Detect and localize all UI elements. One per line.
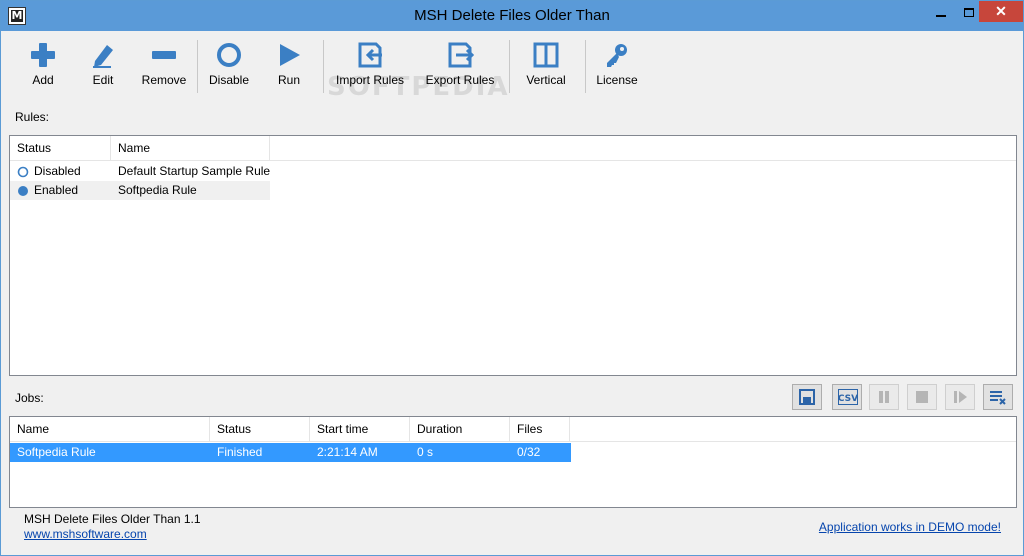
close-icon: ✕ bbox=[995, 3, 1007, 19]
export-csv-button[interactable]: CSV bbox=[832, 384, 862, 410]
stop-icon bbox=[916, 391, 928, 403]
column-header-status[interactable]: Status bbox=[10, 136, 111, 161]
list-clear-icon bbox=[990, 391, 1006, 405]
toolbar: SOFTPEDIA Add Edit Remove Disable Run Im… bbox=[9, 32, 1017, 104]
key-icon bbox=[607, 44, 627, 67]
rules-header: Status Name bbox=[10, 136, 1016, 161]
split-vertical-icon bbox=[533, 42, 559, 68]
column-header-files[interactable]: Files bbox=[510, 417, 570, 442]
status-bar: MSH Delete Files Older Than 1.1 www.mshs… bbox=[9, 509, 1017, 549]
import-icon bbox=[358, 42, 382, 68]
toolbar-separator bbox=[585, 40, 586, 93]
export-icon bbox=[448, 42, 474, 68]
minimize-icon bbox=[936, 14, 946, 17]
disable-button[interactable]: Disable bbox=[205, 32, 253, 98]
add-button[interactable]: Add bbox=[19, 32, 67, 98]
pause-button[interactable] bbox=[869, 384, 899, 410]
toolbar-separator bbox=[197, 40, 198, 93]
pause-icon bbox=[879, 391, 889, 403]
remove-button[interactable]: Remove bbox=[137, 32, 191, 98]
column-header-status[interactable]: Status bbox=[210, 417, 310, 442]
website-link[interactable]: www.mshsoftware.com bbox=[24, 527, 147, 541]
plus-icon bbox=[31, 43, 55, 67]
version-text: MSH Delete Files Older Than 1.1 bbox=[24, 512, 201, 526]
rule-name: Softpedia Rule bbox=[118, 183, 197, 197]
clear-jobs-button[interactable] bbox=[983, 384, 1013, 410]
play-icon bbox=[280, 44, 300, 66]
save-jobs-button[interactable] bbox=[792, 384, 822, 410]
column-header-start-time[interactable]: Start time bbox=[310, 417, 410, 442]
license-button[interactable]: License bbox=[593, 32, 641, 98]
title-bar[interactable]: M MSH Delete Files Older Than ✕ bbox=[1, 1, 1023, 31]
rules-list[interactable]: Status Name Disabled Default Startup Sam… bbox=[9, 135, 1017, 376]
column-header-name[interactable]: Name bbox=[111, 136, 270, 161]
close-button[interactable]: ✕ bbox=[979, 1, 1023, 22]
circle-icon bbox=[217, 43, 241, 67]
rule-name: Default Startup Sample Rule bbox=[118, 164, 271, 178]
table-row[interactable]: Disabled Default Startup Sample Rule bbox=[10, 162, 270, 181]
rules-label: Rules: bbox=[15, 110, 50, 124]
job-status: Finished bbox=[217, 445, 263, 459]
app-window: M MSH Delete Files Older Than ✕ SOFTPEDI… bbox=[0, 0, 1024, 556]
rule-status: Enabled bbox=[34, 183, 79, 197]
edit-button[interactable]: Edit bbox=[79, 32, 127, 98]
svg-text:CSV: CSV bbox=[838, 394, 858, 404]
vertical-button[interactable]: Vertical bbox=[517, 32, 575, 98]
table-row[interactable]: Enabled Softpedia Rule bbox=[10, 181, 270, 200]
job-start-time: 2:21:14 AM bbox=[317, 445, 378, 459]
minimize-button[interactable] bbox=[927, 1, 955, 22]
save-icon bbox=[799, 389, 815, 405]
toolbar-separator bbox=[323, 40, 324, 93]
stop-button[interactable] bbox=[907, 384, 937, 410]
table-row[interactable]: Softpedia Rule Finished 2:21:14 AM 0 s 0… bbox=[10, 443, 571, 462]
export-rules-button[interactable]: Export Rules bbox=[421, 32, 499, 98]
jobs-header: Name Status Start time Duration Files bbox=[10, 417, 1016, 442]
resume-icon bbox=[954, 391, 967, 403]
toolbar-separator bbox=[509, 40, 510, 93]
csv-icon: CSV bbox=[838, 389, 858, 405]
job-files: 0/32 bbox=[517, 445, 541, 459]
job-duration: 0 s bbox=[417, 445, 434, 459]
run-button[interactable]: Run bbox=[265, 32, 313, 98]
jobs-list[interactable]: Name Status Start time Duration Files So… bbox=[9, 416, 1017, 508]
job-name: Softpedia Rule bbox=[17, 445, 96, 459]
maximize-icon bbox=[964, 8, 974, 18]
rule-status: Disabled bbox=[34, 164, 81, 178]
minus-icon bbox=[152, 51, 176, 59]
resume-button[interactable] bbox=[945, 384, 975, 410]
column-header-name[interactable]: Name bbox=[10, 417, 210, 442]
demo-mode-link[interactable]: Application works in DEMO mode! bbox=[819, 520, 1001, 534]
import-rules-button[interactable]: Import Rules bbox=[331, 32, 409, 98]
window-title: MSH Delete Files Older Than bbox=[414, 7, 610, 24]
jobs-label: Jobs: bbox=[15, 391, 44, 405]
column-header-duration[interactable]: Duration bbox=[410, 417, 510, 442]
pencil-icon bbox=[93, 45, 113, 68]
